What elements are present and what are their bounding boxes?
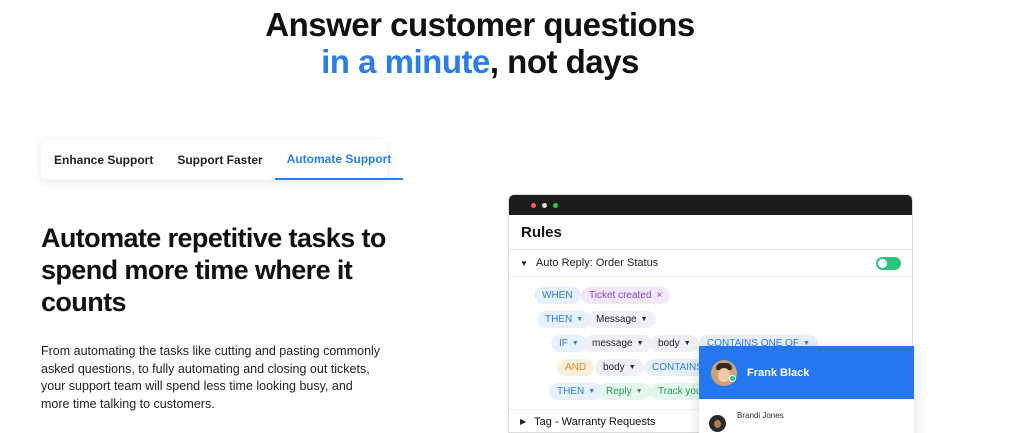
if-chip[interactable]: IF ▼ <box>551 335 587 352</box>
tab-support-faster[interactable]: Support Faster <box>165 140 274 180</box>
user-name: Brandi Jones <box>737 411 784 420</box>
popup-header: Frank Black <box>699 346 914 399</box>
popup-body: Brandi Jones <box>699 399 914 433</box>
online-status-icon <box>729 375 736 382</box>
chevron-down-icon: ▼ <box>576 316 584 323</box>
hero-accent-text: in a minute <box>321 43 490 80</box>
rules-title: Rules <box>509 215 912 250</box>
feature-tabs: Enhance Support Support Faster Automate … <box>41 140 404 180</box>
field-label: message <box>592 338 633 349</box>
caret-right-icon[interactable]: ▶ <box>520 417 526 426</box>
when-chip[interactable]: WHEN <box>534 287 581 304</box>
subfield-label: body <box>658 338 680 349</box>
and-chip[interactable]: AND <box>557 359 595 376</box>
subfield-chip-2[interactable]: body ▼ <box>595 359 644 376</box>
track-chip[interactable]: Track you <box>650 383 706 400</box>
agent-popup: Frank Black Brandi Jones <box>699 346 914 433</box>
then-label-2: THEN <box>557 386 585 397</box>
minimize-dot-icon <box>542 202 547 208</box>
operator-label-2: CONTAINS <box>652 362 703 373</box>
chevron-down-icon: ▼ <box>640 316 648 323</box>
close-dot-icon <box>531 202 536 208</box>
rule-name: Auto Reply: Order Status <box>535 257 659 269</box>
and-label: AND <box>565 362 587 373</box>
agent-name: Frank Black <box>747 366 810 379</box>
then-label: THEN <box>545 314 573 325</box>
track-label: Track you <box>658 386 702 397</box>
then-chip[interactable]: THEN ▼ <box>537 311 592 328</box>
tab-enhance-support[interactable]: Enhance Support <box>41 140 165 180</box>
hero-line-1: Answer customer questions <box>265 6 695 43</box>
hero-heading: Answer customer questions in a minute, n… <box>0 6 960 80</box>
subfield-label-2: body <box>603 362 625 373</box>
reply-label: Reply <box>606 386 632 397</box>
remove-icon[interactable]: × <box>656 290 662 301</box>
trigger-label: Ticket created <box>589 290 652 301</box>
trigger-chip[interactable]: Ticket created × <box>581 287 671 304</box>
window-titlebar <box>509 195 912 215</box>
rule-name-2: Tag - Warranty Requests <box>534 415 656 428</box>
field-chip[interactable]: message ▼ <box>584 335 652 352</box>
chevron-down-icon: ▼ <box>636 340 644 347</box>
when-label: WHEN <box>542 290 573 301</box>
then-chip-2[interactable]: THEN ▼ <box>549 383 604 400</box>
reply-chip[interactable]: Reply ▼ <box>598 383 651 400</box>
action-label: Message <box>596 314 637 325</box>
chevron-down-icon: ▼ <box>683 340 691 347</box>
caret-down-icon[interactable]: ▼ <box>520 259 528 268</box>
chevron-down-icon: ▼ <box>588 388 596 395</box>
maximize-dot-icon <box>553 202 558 208</box>
section-headline: Automate repetitive tasks to spend more … <box>41 223 386 317</box>
rule-row-auto-reply[interactable]: ▼ Auto Reply: Order Status <box>509 250 912 277</box>
if-label: IF <box>559 338 568 349</box>
hero-rest-text: , not days <box>489 43 640 80</box>
chevron-down-icon: ▼ <box>635 388 643 395</box>
subfield-chip[interactable]: body ▼ <box>650 335 699 352</box>
section-description: From automating the tasks like cutting a… <box>41 344 381 411</box>
rule-enabled-toggle[interactable] <box>876 257 901 270</box>
hero-line-2: in a minute, not days <box>0 43 960 80</box>
chevron-down-icon: ▼ <box>628 364 636 371</box>
chevron-down-icon: ▼ <box>571 340 579 347</box>
tab-automate-support[interactable]: Automate Support <box>274 140 404 180</box>
user-avatar <box>709 415 726 432</box>
action-chip[interactable]: Message ▼ <box>588 311 656 328</box>
